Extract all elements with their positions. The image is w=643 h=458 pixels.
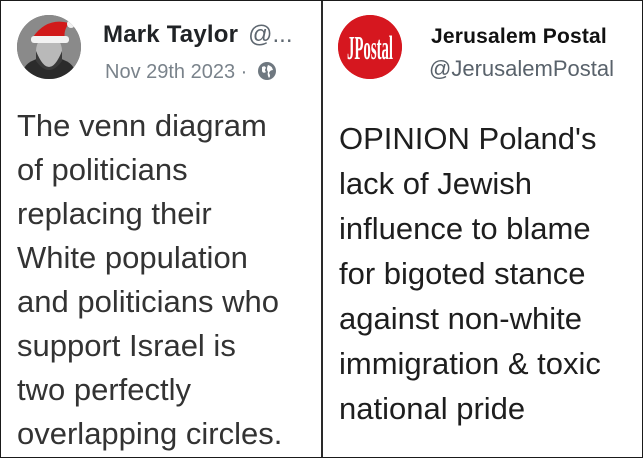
display-name[interactable]: Jerusalem Postal [431,25,607,48]
left-name-row: Mark Taylor @... [103,21,317,49]
right-post: JPostal Jerusalem Postal @JerusalemPosta… [323,1,642,457]
post-date[interactable]: Nov 29th 2023 [105,61,235,83]
handle[interactable]: @JerusalemPostal [429,56,614,82]
post-body-text: The venn diagram of politicians replacin… [17,108,283,451]
mark-taylor-avatar[interactable] [17,15,81,79]
handle[interactable]: @... [248,21,292,48]
jpostal-logo-icon: JPostal [338,15,402,79]
logo-lettering: JPostal [347,30,393,67]
left-post: Mark Taylor @... Nov 29th 2023 · The venn… [1,1,321,457]
post-meta: Nov 29th 2023 · [105,61,277,87]
post-body-text: OPINION Poland's lack of Jewish influenc… [339,121,601,426]
display-name[interactable]: Mark Taylor [103,21,238,48]
globe-icon [257,61,277,87]
screenshot-frame: Mark Taylor @... Nov 29th 2023 · The venn… [0,0,643,458]
santa-hat-portrait-icon [17,15,81,79]
right-name-row: Jerusalem Postal [431,25,607,49]
jerusalem-postal-avatar[interactable]: JPostal [338,15,402,79]
meta-separator: · [240,61,248,83]
